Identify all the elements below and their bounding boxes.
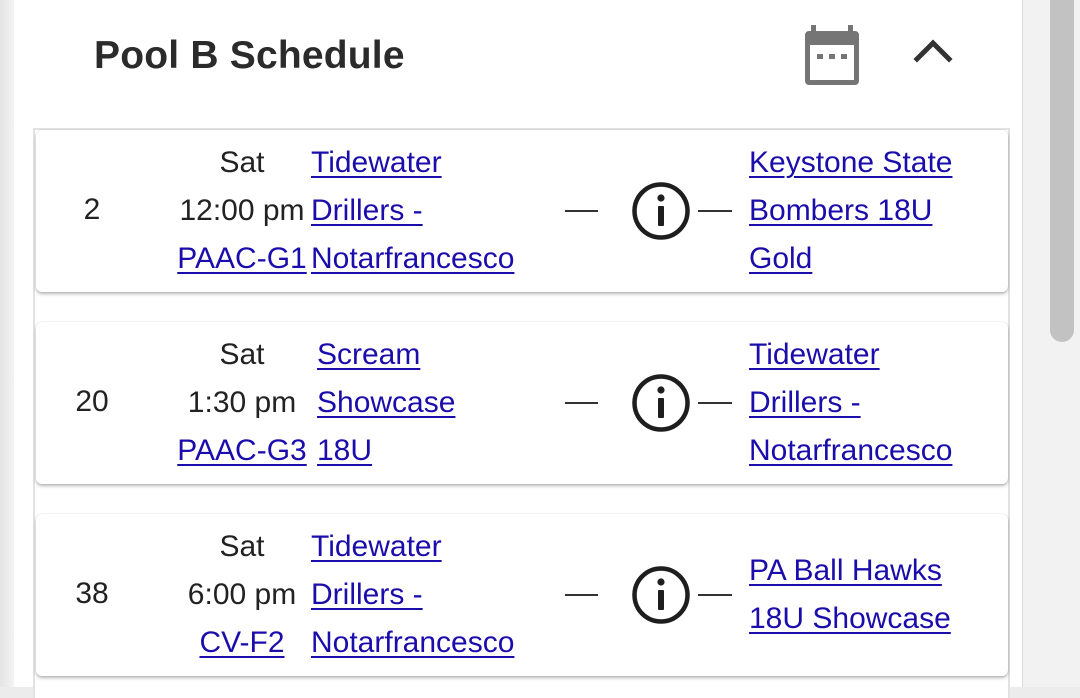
away-team-name-line[interactable]: PA Ball Hawks: [749, 547, 951, 595]
game-time: 1:30 pm: [187, 386, 297, 419]
home-team-name-line[interactable]: Showcase: [317, 379, 455, 427]
away-team-name-line[interactable]: Drillers -: [749, 379, 952, 427]
home-team-name-line[interactable]: Scream: [317, 331, 455, 379]
game-number: 38: [75, 577, 109, 610]
game-time-block: Sat 1:30 pm PAAC-G3: [142, 331, 342, 475]
info-circle-icon[interactable]: [631, 373, 691, 433]
home-team-name-line[interactable]: Notarfrancesco: [311, 619, 514, 667]
field-link[interactable]: PAAC-G1: [177, 242, 306, 275]
calendar-icon[interactable]: [804, 25, 860, 87]
separator-dash: [698, 594, 732, 596]
away-team-link[interactable]: Keystone State Bombers 18U Gold: [749, 139, 952, 283]
game-card: 20 Sat 1:30 pm PAAC-G3 Scream Showcase 18U Tide…: [36, 322, 1008, 484]
home-team-name-line[interactable]: Tidewater: [311, 523, 514, 571]
chevron-up-icon[interactable]: [913, 36, 953, 64]
game-number: 2: [83, 193, 101, 226]
home-team-link[interactable]: Scream Showcase 18U: [317, 331, 455, 475]
game-card: 2 Sat 12:00 pm PAAC-G1 Tidewater Drillers - No…: [36, 130, 1008, 292]
away-team-name-line[interactable]: Bombers 18U: [749, 187, 952, 235]
home-team-name-line[interactable]: Drillers -: [311, 571, 514, 619]
away-team-link[interactable]: Tidewater Drillers - Notarfrancesco: [749, 331, 952, 475]
separator-dash: [565, 594, 598, 596]
home-team-name-line[interactable]: 18U: [317, 427, 455, 475]
home-team-name-line[interactable]: Tidewater: [311, 139, 514, 187]
info-circle-icon[interactable]: [631, 181, 691, 241]
separator-dash: [565, 210, 598, 212]
home-team-link[interactable]: Tidewater Drillers - Notarfrancesco: [311, 139, 514, 283]
separator-dash: [698, 210, 732, 212]
home-team-name-line[interactable]: Drillers -: [311, 187, 514, 235]
scrollbar-thumb[interactable]: [1050, 0, 1074, 342]
home-team-name-line[interactable]: Notarfrancesco: [311, 235, 514, 283]
page-left-edge: [0, 0, 14, 687]
field-link[interactable]: CV-F2: [199, 626, 284, 659]
away-team-name-line[interactable]: Gold: [749, 235, 952, 283]
home-team-link[interactable]: Tidewater Drillers - Notarfrancesco: [311, 523, 514, 667]
game-card: 38 Sat 6:00 pm CV-F2 Tidewater Drillers - Nota…: [36, 514, 1008, 676]
away-team-link[interactable]: PA Ball Hawks 18U Showcase: [749, 547, 951, 643]
separator-dash: [565, 402, 598, 404]
page-title: Pool B Schedule: [94, 34, 405, 77]
info-circle-icon[interactable]: [631, 565, 691, 625]
away-team-name-line[interactable]: Notarfrancesco: [749, 427, 952, 475]
separator-dash: [698, 402, 732, 404]
game-day: Sat: [219, 338, 265, 371]
game-number: 20: [75, 385, 109, 418]
away-team-name-line[interactable]: Tidewater: [749, 331, 952, 379]
field-link[interactable]: PAAC-G3: [177, 434, 306, 467]
away-team-name-line[interactable]: Keystone State: [749, 139, 952, 187]
away-team-name-line[interactable]: 18U Showcase: [749, 595, 951, 643]
